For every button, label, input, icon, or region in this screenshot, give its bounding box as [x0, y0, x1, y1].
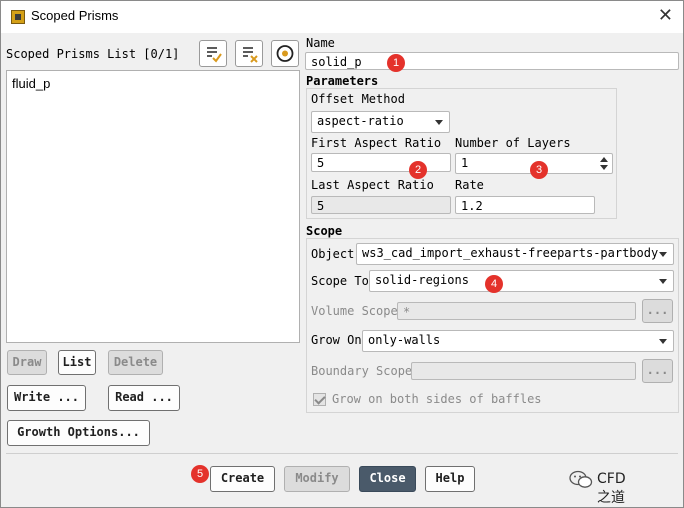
scope-to-value: solid-regions — [375, 273, 469, 287]
number-of-layers-value: 1 — [461, 156, 469, 170]
offset-method-value: aspect-ratio — [317, 114, 404, 128]
name-label: Name — [306, 36, 335, 50]
first-aspect-ratio-label: First Aspect Ratio — [311, 136, 442, 150]
object-select[interactable]: ws3_cad_import_exhaust-freeparts-partbod… — [356, 243, 674, 265]
volume-scope-field: * — [397, 302, 636, 320]
number-of-layers-label: Number of Layers — [455, 136, 571, 150]
object-value: ws3_cad_import_exhaust-freeparts-partbod… — [362, 246, 659, 260]
last-aspect-ratio-label: Last Aspect Ratio — [311, 178, 434, 192]
grow-on-value: only-walls — [368, 333, 441, 347]
grow-both-sides-checkbox — [313, 393, 326, 406]
target-button[interactable] — [271, 40, 299, 67]
name-field[interactable]: solid_p — [305, 52, 679, 70]
wechat-icon — [569, 470, 593, 488]
select-all-button[interactable] — [199, 40, 227, 67]
boundary-scope-browse-button: ... — [642, 359, 673, 383]
watermark-text: CFD之道 — [597, 471, 626, 506]
annotation-badge-2: 2 — [409, 161, 427, 179]
list-item[interactable]: fluid_p — [12, 76, 50, 91]
spin-down-icon[interactable] — [600, 165, 608, 170]
modify-button[interactable]: Modify — [284, 466, 350, 492]
help-button[interactable]: Help — [425, 466, 475, 492]
boundary-scope-field — [411, 362, 636, 380]
list-button[interactable]: List — [58, 350, 96, 375]
divider — [6, 453, 678, 454]
boundary-scope-label: Boundary Scope — [311, 364, 413, 378]
object-label: Object — [311, 247, 355, 261]
chevron-down-icon — [435, 120, 443, 125]
chevron-down-icon — [659, 279, 667, 284]
grow-on-select[interactable]: only-walls — [362, 330, 674, 352]
rate-field[interactable]: 1.2 — [455, 196, 595, 214]
delete-button[interactable]: Delete — [108, 350, 163, 375]
scope-title: Scope — [306, 224, 343, 238]
volume-scope-label: Volume Scope — [311, 304, 398, 318]
growth-options-button[interactable]: Growth Options... — [7, 420, 150, 446]
deselect-all-button[interactable] — [235, 40, 263, 67]
annotation-badge-3: 3 — [530, 161, 548, 179]
spin-up-icon[interactable] — [600, 157, 608, 162]
scope-to-label: Scope To — [311, 274, 369, 288]
parameters-title: Parameters — [306, 74, 379, 88]
annotation-badge-1: 1 — [387, 54, 405, 72]
grow-both-sides-label: Grow on both sides of baffles — [332, 392, 542, 406]
chevron-down-icon — [659, 252, 667, 257]
scoped-prisms-list-header: Scoped Prisms List [0/1] — [6, 47, 180, 61]
scope-to-select[interactable]: solid-regions — [369, 270, 674, 292]
close-window-icon[interactable]: ✕ — [658, 5, 673, 26]
last-aspect-ratio-field: 5 — [311, 196, 451, 214]
rate-label: Rate — [455, 178, 484, 192]
app-icon — [11, 10, 25, 24]
read-button[interactable]: Read ... — [108, 385, 180, 411]
deselect-all-icon — [243, 47, 258, 63]
grow-on-label: Grow On — [311, 333, 362, 347]
create-button[interactable]: Create — [210, 466, 275, 492]
title-bar[interactable]: Scoped Prisms ✕ — [1, 1, 683, 33]
target-icon — [276, 45, 294, 62]
select-all-icon — [207, 47, 222, 63]
draw-button[interactable]: Draw — [7, 350, 47, 375]
scoped-prisms-list[interactable]: fluid_p — [6, 70, 300, 343]
first-aspect-ratio-field[interactable]: 5 — [311, 153, 451, 172]
offset-method-select[interactable]: aspect-ratio — [311, 111, 450, 133]
annotation-badge-5: 5 — [191, 465, 209, 483]
chevron-down-icon — [659, 339, 667, 344]
scoped-prisms-dialog: Scoped Prisms ✕ Scoped Prisms List [0/1]… — [0, 0, 684, 508]
window-title: Scoped Prisms — [31, 8, 119, 23]
annotation-badge-4: 4 — [485, 275, 503, 293]
offset-method-label: Offset Method — [311, 92, 405, 106]
close-button[interactable]: Close — [359, 466, 416, 492]
write-button[interactable]: Write ... — [7, 385, 86, 411]
volume-scope-browse-button: ... — [642, 299, 673, 323]
